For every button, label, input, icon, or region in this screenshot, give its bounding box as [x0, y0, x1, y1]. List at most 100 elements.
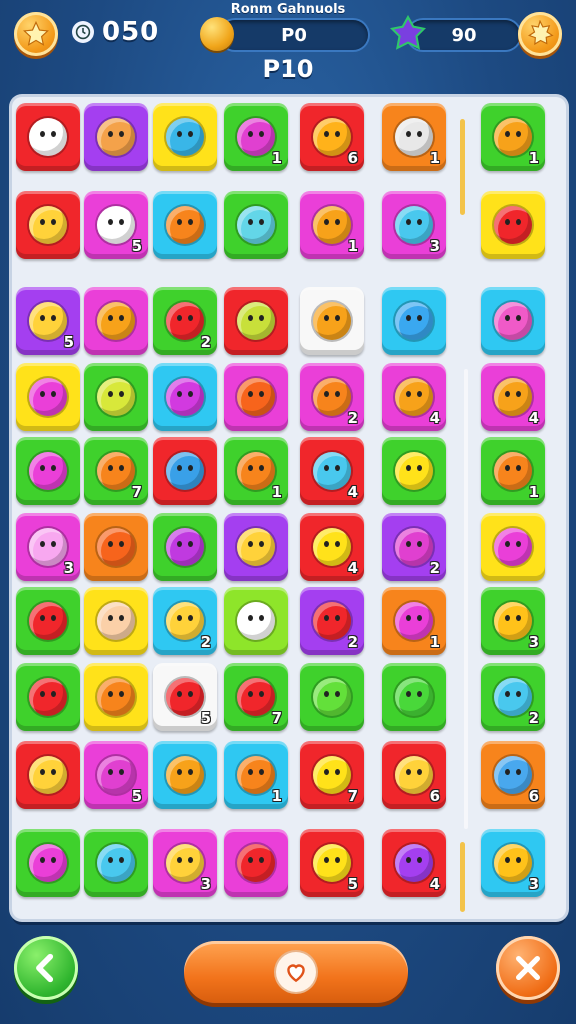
board-tile[interactable] [84, 587, 148, 655]
creature-icon [97, 528, 135, 566]
board-tile[interactable]: 7 [84, 437, 148, 505]
tile-count: 6 [347, 149, 358, 167]
close-button[interactable] [496, 936, 560, 1000]
board-tile[interactable]: 7 [224, 663, 288, 731]
board-tile[interactable] [16, 663, 80, 731]
board-tile[interactable]: 5 [84, 741, 148, 809]
main-action-button[interactable] [184, 941, 408, 1003]
board-tile[interactable] [224, 191, 288, 259]
board-tile[interactable]: 4 [300, 437, 364, 505]
board-tile[interactable] [382, 287, 446, 355]
creature-icon [494, 118, 532, 156]
board-tile[interactable]: 1 [224, 741, 288, 809]
tile-count: 3 [200, 875, 211, 893]
board-tile[interactable]: 2 [382, 513, 446, 581]
board-tile[interactable] [382, 437, 446, 505]
tile-count: 2 [528, 709, 539, 727]
board-tile[interactable]: 1 [300, 191, 364, 259]
tile-count: 5 [200, 709, 211, 727]
starburst-button[interactable] [518, 12, 562, 56]
creature-icon [313, 678, 351, 716]
board-tile[interactable] [16, 741, 80, 809]
board-tile[interactable]: 6 [481, 741, 545, 809]
board-tile[interactable]: 3 [16, 513, 80, 581]
board-tile[interactable]: 5 [16, 287, 80, 355]
board-tile[interactable] [300, 287, 364, 355]
creature-icon [166, 118, 204, 156]
tile-count: 1 [528, 483, 539, 501]
board-tile[interactable] [84, 363, 148, 431]
board-tile[interactable]: 5 [84, 191, 148, 259]
board-tile[interactable] [224, 363, 288, 431]
creature-icon [29, 378, 67, 416]
board-tile[interactable]: 1 [224, 437, 288, 505]
board-tile[interactable]: 1 [481, 437, 545, 505]
board-tile[interactable] [16, 829, 80, 897]
board-tile[interactable] [16, 191, 80, 259]
board-tile[interactable]: 5 [153, 663, 217, 731]
board-tile[interactable] [153, 363, 217, 431]
board-tile[interactable] [224, 587, 288, 655]
board-tile[interactable] [84, 103, 148, 171]
creature-icon [237, 528, 275, 566]
board-tile[interactable]: 2 [300, 587, 364, 655]
creature-icon [29, 302, 67, 340]
board-divider [460, 119, 465, 215]
board-tile[interactable]: 6 [300, 103, 364, 171]
board-tile[interactable]: 4 [300, 513, 364, 581]
board-tile[interactable] [224, 513, 288, 581]
coin-icon [200, 17, 234, 51]
board-tile[interactable] [300, 663, 364, 731]
board-tile[interactable]: 1 [382, 587, 446, 655]
board-tile[interactable]: 1 [224, 103, 288, 171]
board-tile[interactable] [481, 191, 545, 259]
board-tile[interactable]: 6 [382, 741, 446, 809]
board-tile[interactable]: 7 [300, 741, 364, 809]
creature-icon [237, 302, 275, 340]
board-tile[interactable]: 4 [382, 363, 446, 431]
board-tile[interactable]: 5 [300, 829, 364, 897]
board-tile[interactable] [153, 513, 217, 581]
board-tile[interactable] [153, 191, 217, 259]
board-tile[interactable] [84, 663, 148, 731]
board-tile[interactable] [153, 103, 217, 171]
tile-count: 3 [429, 237, 440, 255]
board-tile[interactable]: 3 [153, 829, 217, 897]
board-tile[interactable] [153, 741, 217, 809]
board-tile[interactable] [16, 437, 80, 505]
board-tile[interactable]: 2 [153, 287, 217, 355]
board-tile[interactable] [84, 513, 148, 581]
creature-icon [395, 118, 433, 156]
creature-icon [29, 452, 67, 490]
creature-icon [494, 378, 532, 416]
board-tile[interactable] [16, 587, 80, 655]
board-tile[interactable]: 2 [300, 363, 364, 431]
board-tile[interactable] [481, 513, 545, 581]
board-tile[interactable] [16, 363, 80, 431]
board-tile[interactable]: 4 [382, 829, 446, 897]
board-tile[interactable]: 2 [153, 587, 217, 655]
board-tile[interactable]: 3 [481, 587, 545, 655]
creature-icon [29, 206, 67, 244]
creature-icon [494, 756, 532, 794]
board-tile[interactable] [16, 103, 80, 171]
game-board: 16115135224471413422213572517663543 [12, 97, 566, 919]
board-tile[interactable] [84, 287, 148, 355]
board-tile[interactable]: 3 [481, 829, 545, 897]
right-pill-value: 90 [451, 24, 477, 46]
creature-icon [313, 302, 351, 340]
board-tile[interactable] [84, 829, 148, 897]
board-tile[interactable]: 4 [481, 363, 545, 431]
board-tile[interactable]: 1 [481, 103, 545, 171]
board-tile[interactable] [224, 829, 288, 897]
back-button[interactable] [14, 936, 78, 1000]
star-button[interactable] [14, 12, 58, 56]
board-tile[interactable]: 2 [481, 663, 545, 731]
board-tile[interactable] [481, 287, 545, 355]
board-tile[interactable] [224, 287, 288, 355]
board-tile[interactable] [153, 437, 217, 505]
board-tile[interactable]: 1 [382, 103, 446, 171]
board-tile[interactable] [382, 663, 446, 731]
board-tile[interactable]: 3 [382, 191, 446, 259]
creature-icon [166, 528, 204, 566]
